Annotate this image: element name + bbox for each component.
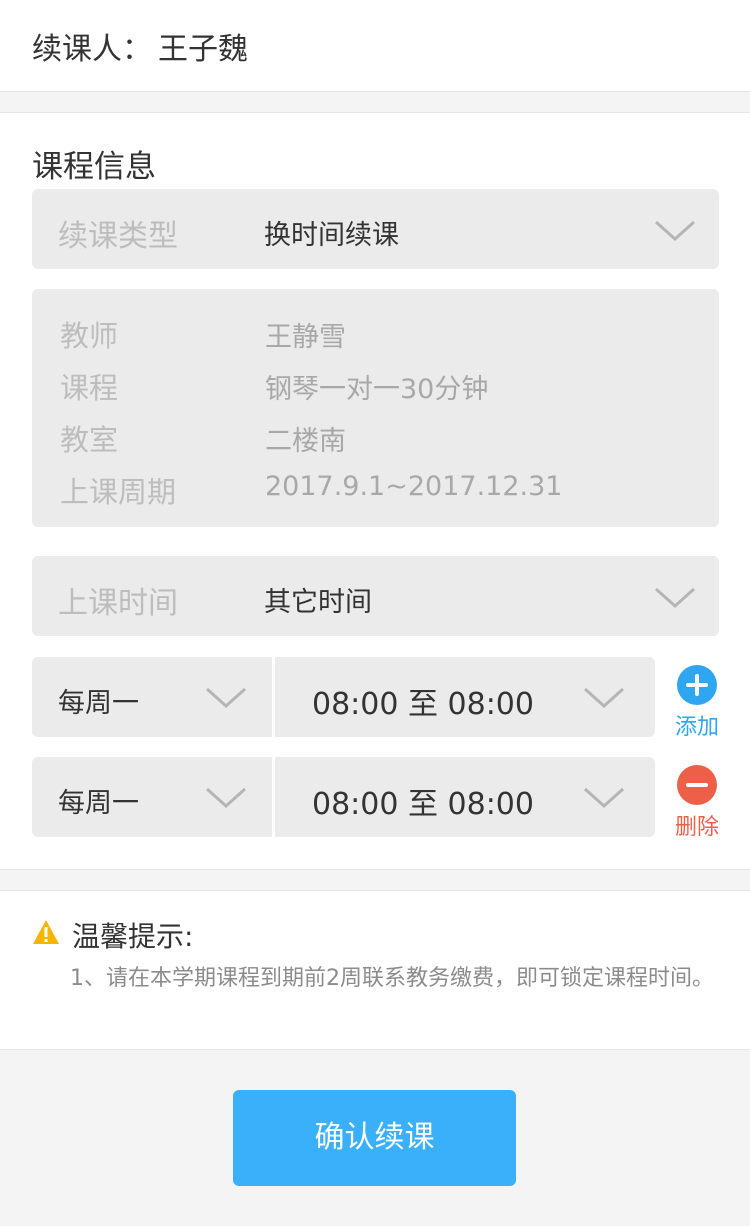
class-time-label: 上课时间 [58,586,178,621]
chevron-down-icon [583,787,625,809]
renew-type-value: 换时间续课 [264,220,399,251]
info-row-teacher: 教师 王静雪 [32,313,719,357]
chevron-down-icon [654,587,696,609]
confirm-renew-button[interactable]: 确认续课 [233,1090,516,1186]
weekday-select[interactable]: 每周一 [32,657,272,737]
info-row-course: 课程 钢琴一对一30分钟 [32,365,719,409]
minus-circle-icon [677,765,717,805]
schedule-row: 每周一 08:00 至 08:00 [32,657,655,737]
renew-type-select[interactable]: 续课类型 换时间续课 [32,189,719,269]
time-range-select[interactable]: 08:00 至 08:00 [275,657,655,737]
tip-section: 温馨提示: 1、请在本学期课程到期前2周联系教务缴费，即可锁定课程时间。 [0,890,750,1050]
info-value: 二楼南 [265,426,346,457]
chevron-down-icon [205,787,247,809]
info-row-period: 上课周期 2017.9.1~2017.12.31 [32,469,719,513]
weekday-select[interactable]: 每周一 [32,757,272,837]
add-label: 添加 [674,715,719,740]
time-range-value: 08:00 至 08:00 [312,687,534,722]
time-range-select[interactable]: 08:00 至 08:00 [275,757,655,837]
tip-title: 温馨提示: [72,920,194,953]
plus-circle-icon [677,665,717,705]
class-time-value: 其它时间 [264,587,372,618]
info-label: 课程 [60,371,119,405]
chevron-down-icon [583,687,625,709]
renewer-header: 续课人： 王子魏 [0,0,750,92]
schedule-row: 每周一 08:00 至 08:00 [32,757,655,837]
info-value: 2017.9.1~2017.12.31 [265,471,563,502]
info-label: 教师 [60,319,119,353]
delete-time-button[interactable]: 删除 [674,765,720,841]
delete-label: 删除 [674,815,719,840]
course-info-section: 课程信息 续课类型 换时间续课 教师 王静雪 课程 钢琴一对一30分钟 教室 二… [0,112,750,870]
chevron-down-icon [205,687,247,709]
info-value: 王静雪 [265,322,346,353]
info-value: 钢琴一对一30分钟 [265,374,489,405]
warning-icon [32,919,60,945]
info-row-classroom: 教室 二楼南 [32,417,719,461]
course-details: 教师 王静雪 课程 钢琴一对一30分钟 教室 二楼南 上课周期 2017.9.1… [32,289,719,527]
renewer-label: 续课人： [32,32,152,67]
renewer-name: 王子魏 [158,32,248,67]
renew-type-label: 续课类型 [58,219,178,254]
renewer-text: 续课人： 王子魏 [32,24,248,68]
weekday-value: 每周一 [58,688,139,719]
info-label: 教室 [60,423,119,457]
chevron-down-icon [654,220,696,242]
info-label: 上课周期 [60,475,177,509]
add-time-button[interactable]: 添加 [674,665,720,741]
section-title: 课程信息 [32,149,156,185]
tip-body: 1、请在本学期课程到期前2周联系教务缴费，即可锁定课程时间。 [70,966,714,991]
weekday-value: 每周一 [58,788,139,819]
time-range-value: 08:00 至 08:00 [312,787,534,822]
class-time-select[interactable]: 上课时间 其它时间 [32,556,719,636]
